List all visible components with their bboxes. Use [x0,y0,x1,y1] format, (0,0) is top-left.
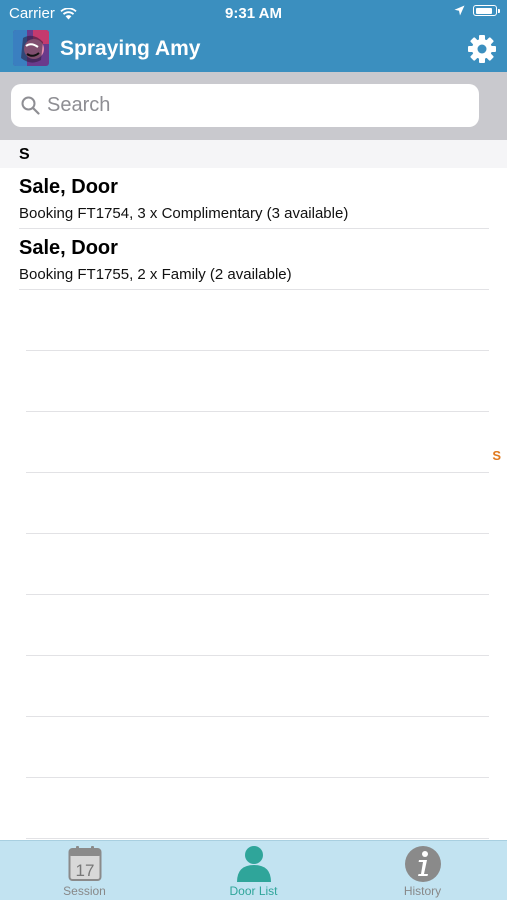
tab-history[interactable]: History [338,841,507,901]
tab-label-door-list: Door List [229,884,278,898]
settings-button[interactable] [467,34,497,64]
nav-bar: Spraying Amy [0,28,507,72]
tab-door-list[interactable]: Door List [169,841,338,901]
booking-detail: Booking FT1754, 3 x Complimentary (3 ava… [19,205,349,222]
empty-row-separator [26,350,489,351]
section-index-s[interactable]: S [492,448,501,463]
tab-session[interactable]: 17 Session [0,841,169,901]
battery-icon [473,5,500,16]
tab-bar: 17 Session Door List History [0,840,507,900]
search-bar [0,72,507,140]
battery-fill [475,7,492,14]
booking-detail: Booking FT1755, 2 x Family (2 available) [19,266,292,283]
section-header: S [0,140,507,168]
door-list: Sale, Door Booking FT1754, 3 x Complimen… [0,168,507,840]
search-icon [21,96,40,115]
info-icon [404,846,441,882]
gear-icon [468,35,496,63]
row-separator [19,289,489,290]
guest-name: Sale, Door [19,237,118,259]
empty-row-separator [26,716,489,717]
empty-row-separator [26,655,489,656]
empty-row-separator [26,777,489,778]
tab-label-history: History [403,884,442,898]
list-item[interactable]: Sale, Door Booking FT1755, 2 x Family (2… [0,229,507,290]
empty-row-separator [26,472,489,473]
guest-name: Sale, Door [19,176,118,198]
empty-row-separator [26,838,489,839]
empty-row-separator [26,594,489,595]
list-item[interactable]: Sale, Door Booking FT1754, 3 x Complimen… [0,168,507,229]
tab-label-session: Session [63,884,106,898]
app-title: Spraying Amy [60,37,201,60]
calendar-icon: 17 [68,846,101,881]
calendar-day: 17 [75,861,94,880]
section-title: S [19,146,30,163]
status-right [454,5,500,16]
search-field[interactable] [11,84,479,127]
empty-row-separator [26,411,489,412]
app-header: Carrier 9:31 AM Spraying Amy [0,0,507,72]
search-input[interactable] [47,84,467,127]
avatar-artwork [13,30,49,66]
empty-row-separator [26,533,489,534]
status-bar: Carrier 9:31 AM [0,0,507,28]
status-time: 9:31 AM [225,5,282,22]
avatar [13,30,49,66]
location-arrow-icon [454,5,465,16]
person-icon [236,846,271,882]
